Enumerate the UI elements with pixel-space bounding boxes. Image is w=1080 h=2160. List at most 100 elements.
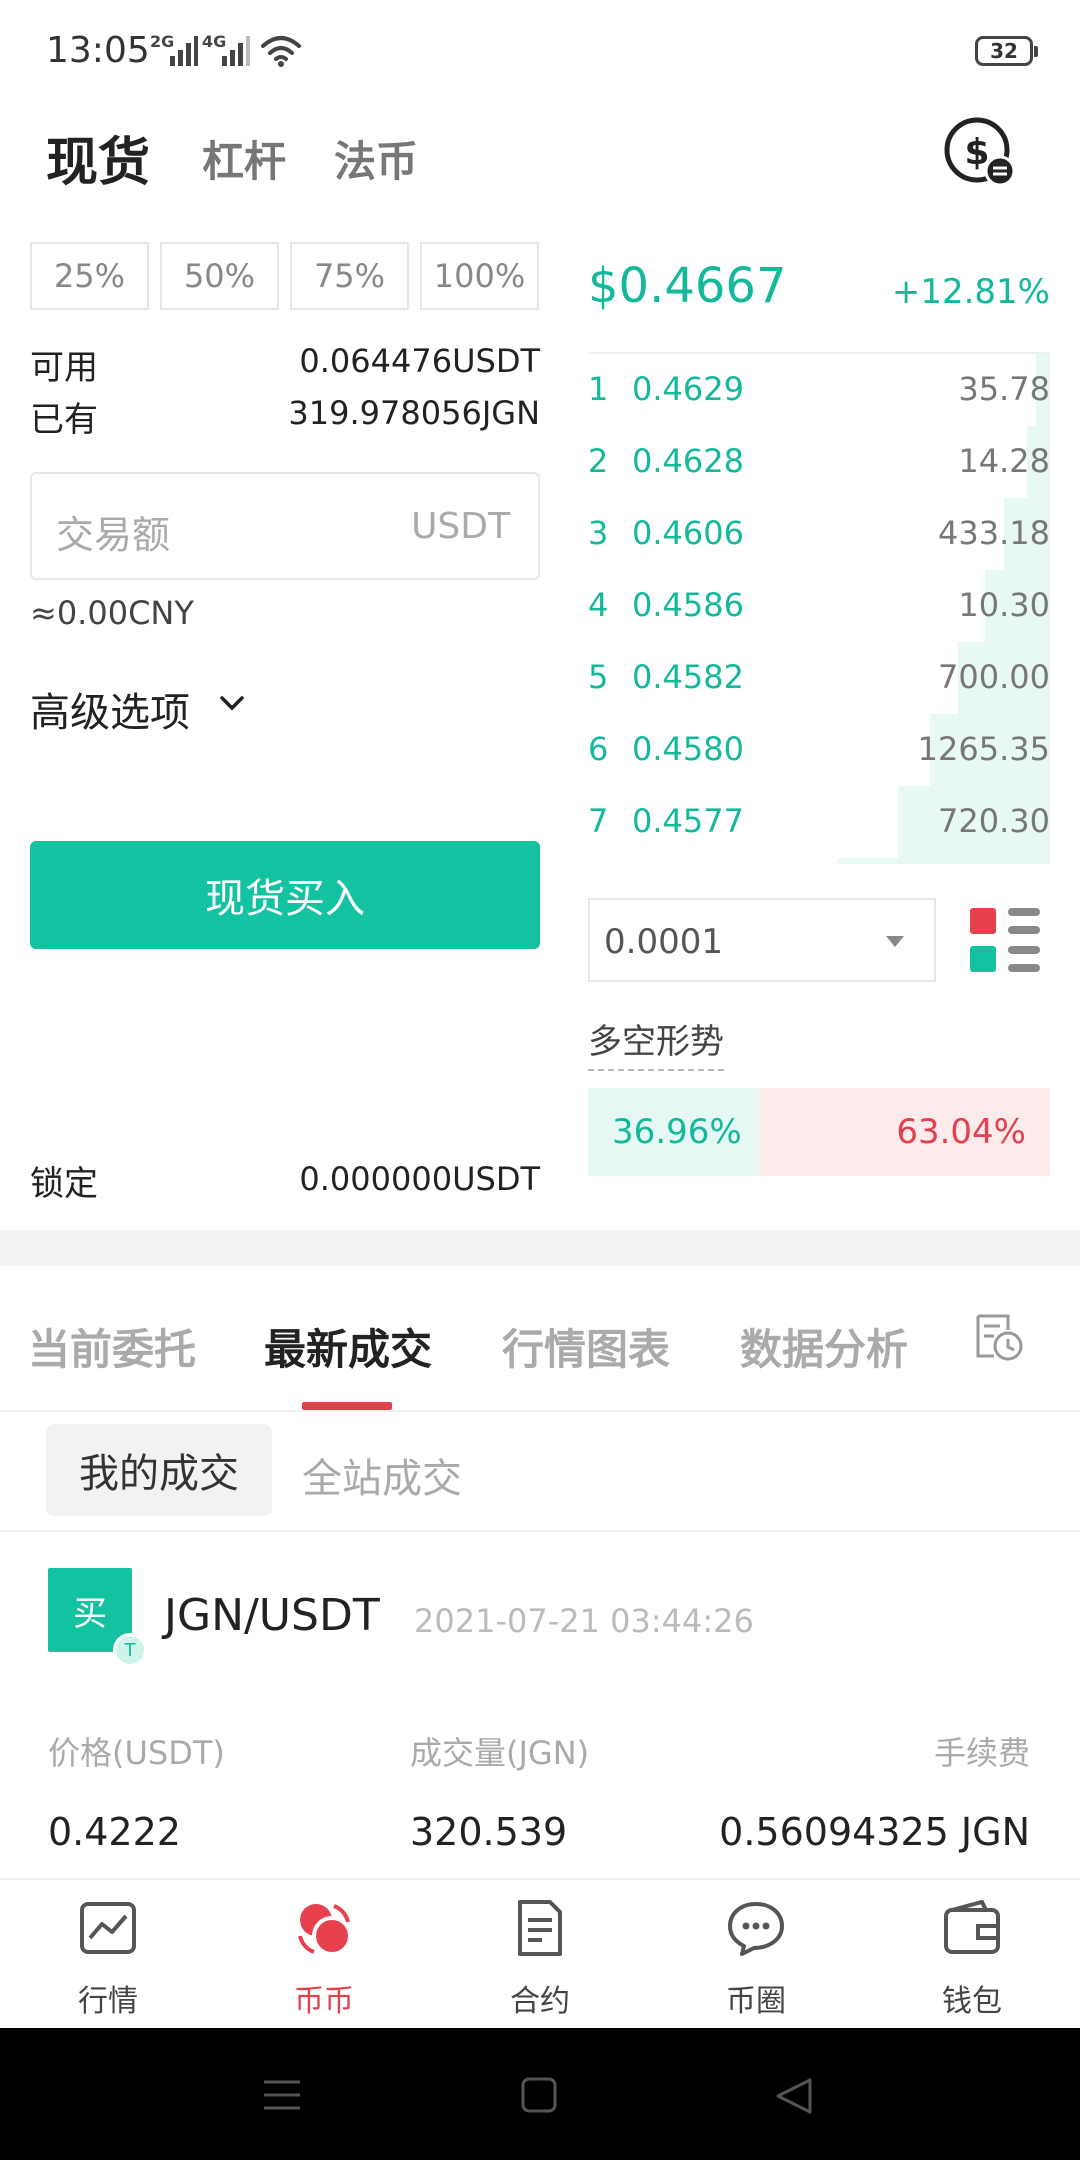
amount-unit: USDT: [411, 506, 510, 547]
tab-fiat[interactable]: 法币: [334, 128, 418, 189]
trade-price: 0.4222: [48, 1810, 181, 1854]
amount-input[interactable]: 交易额 USDT: [30, 472, 540, 580]
history-clock-icon[interactable]: [972, 1310, 1026, 1364]
percent-75-button[interactable]: 75%: [290, 242, 409, 310]
status-bar: 13:05 2G 4G 32: [0, 0, 1080, 104]
nav-spot-label: 币币: [294, 1984, 354, 2019]
orderbook-row[interactable]: 1 0.4629 35.78: [588, 354, 1050, 426]
home-icon[interactable]: [520, 2076, 558, 2114]
orderbook-row[interactable]: 2 0.4628 14.28: [588, 426, 1050, 498]
orderbook-qty: 700.00: [938, 658, 1050, 696]
chat-bubble-icon: [728, 1902, 784, 1956]
nav-market[interactable]: 行情: [0, 1880, 216, 2030]
dollar-exchange-icon[interactable]: $: [943, 116, 1015, 188]
orderbook-row[interactable]: 6 0.4580 1265.35: [588, 714, 1050, 786]
trade-pair: JGN/USDT: [164, 1590, 380, 1641]
available-label: 可用: [30, 348, 98, 388]
nav-contract[interactable]: 合约: [432, 1880, 648, 2030]
tab-open-orders[interactable]: 当前委托: [28, 1316, 196, 1377]
signal-bars-icon: [170, 36, 198, 66]
nav-market-label: 行情: [78, 1984, 138, 2019]
precision-value: 0.0001: [604, 922, 723, 962]
wallet-icon: [944, 1899, 1000, 1954]
orderbook-qty: 433.18: [938, 514, 1050, 552]
orderbook-index: 2: [588, 442, 609, 480]
orderbook-qty: 1265.35: [917, 730, 1050, 768]
volume-column-header: 成交量(JGN): [410, 1734, 590, 1772]
bottom-nav: 行情 币币 合约 币圈 钱包: [0, 1878, 1080, 2028]
orderbook-price: 0.4629: [632, 370, 744, 408]
long-percent: 36.96%: [588, 1088, 759, 1176]
short-percent: 63.04%: [759, 1088, 1050, 1176]
nav-wallet[interactable]: 钱包: [864, 1880, 1080, 2030]
orderbook-row[interactable]: 7 0.4577 720.30: [588, 786, 1050, 858]
market-chart-icon: [80, 1902, 136, 1954]
amount-placeholder: 交易额: [56, 513, 171, 557]
caret-down-icon: [886, 936, 904, 947]
signal-bars-icon: [222, 36, 250, 66]
percent-50-button[interactable]: 50%: [160, 242, 279, 310]
tab-latest-trades[interactable]: 最新成交: [264, 1316, 432, 1377]
wifi-icon: [261, 36, 301, 67]
orderbook-layout-icon[interactable]: [970, 906, 1042, 974]
orderbook-index: 6: [588, 730, 609, 768]
orderbook-row[interactable]: 3 0.4606 433.18: [588, 498, 1050, 570]
percent-100-button[interactable]: 100%: [420, 242, 539, 310]
held-label: 已有: [30, 400, 98, 440]
held-value: 319.978056JGN: [288, 394, 540, 432]
orderbook-price: 0.4606: [632, 514, 744, 552]
orderbook-price: 0.4582: [632, 658, 744, 696]
system-nav-bar: [0, 2028, 1080, 2160]
long-short-title[interactable]: 多空形势: [588, 1014, 724, 1071]
spot-buy-button[interactable]: 现货买入: [30, 841, 540, 949]
orderbook-qty: 14.28: [958, 442, 1050, 480]
status-time: 13:05: [46, 30, 150, 71]
nav-spot[interactable]: 币币: [216, 1880, 432, 2030]
precision-select[interactable]: 0.0001: [588, 898, 936, 982]
tab-data-analysis[interactable]: 数据分析: [740, 1316, 908, 1377]
nav-wallet-label: 钱包: [942, 1984, 1002, 2019]
orderbook-qty: 720.30: [938, 802, 1050, 840]
battery-indicator: 32: [975, 36, 1038, 66]
orderbook-price: 0.4577: [632, 802, 744, 840]
orderbook-index: 4: [588, 586, 609, 624]
orderbook-price: 0.4628: [632, 442, 744, 480]
available-value: 0.064476USDT: [299, 342, 540, 380]
fee-column-header: 手续费: [933, 1734, 1030, 1772]
orderbook-qty: 35.78: [958, 370, 1050, 408]
chevron-down-icon: [220, 696, 244, 711]
segment-border: [0, 1530, 1080, 1532]
orderbook-index: 5: [588, 658, 609, 696]
nav-community-label: 币圈: [726, 1984, 786, 2019]
segment-my-trades[interactable]: 我的成交: [46, 1424, 272, 1516]
tab-margin[interactable]: 杠杆: [202, 128, 286, 189]
back-icon[interactable]: [774, 2076, 814, 2116]
orderbook-index: 1: [588, 370, 609, 408]
percent-25-button[interactable]: 25%: [30, 242, 149, 310]
orderbook-price: 0.4580: [632, 730, 744, 768]
nav-community[interactable]: 币圈: [648, 1880, 864, 2030]
last-price: $0.4667: [588, 258, 787, 314]
locked-value: 0.000000USDT: [299, 1160, 540, 1198]
orderbook-index: 7: [588, 802, 609, 840]
price-column-header: 价格(USDT): [48, 1734, 225, 1772]
orderbook-row[interactable]: 5 0.4582 700.00: [588, 642, 1050, 714]
tabs-border: [0, 1410, 1080, 1412]
segment-all-trades[interactable]: 全站成交: [302, 1446, 462, 1504]
advanced-options-toggle[interactable]: 高级选项: [30, 680, 244, 738]
menu-icon[interactable]: [262, 2078, 302, 2112]
orderbook-qty: 10.30: [958, 586, 1050, 624]
trade-time: 2021-07-21 03:44:26: [414, 1602, 754, 1640]
locked-label: 锁定: [30, 1164, 98, 1204]
orderbook-row[interactable]: 4 0.4586 10.30: [588, 570, 1050, 642]
cny-estimate: ≈0.00CNY: [30, 594, 194, 632]
document-icon: [518, 1900, 562, 1956]
tab-spot[interactable]: 现货: [46, 120, 150, 195]
tab-market-chart[interactable]: 行情图表: [502, 1316, 670, 1377]
depth-baseline: [838, 858, 1050, 864]
section-divider: [0, 1230, 1080, 1266]
coins-icon: [298, 1904, 352, 1956]
orderbook-index: 3: [588, 514, 609, 552]
nav-contract-label: 合约: [510, 1984, 570, 2019]
taker-tag: T: [113, 1633, 147, 1667]
